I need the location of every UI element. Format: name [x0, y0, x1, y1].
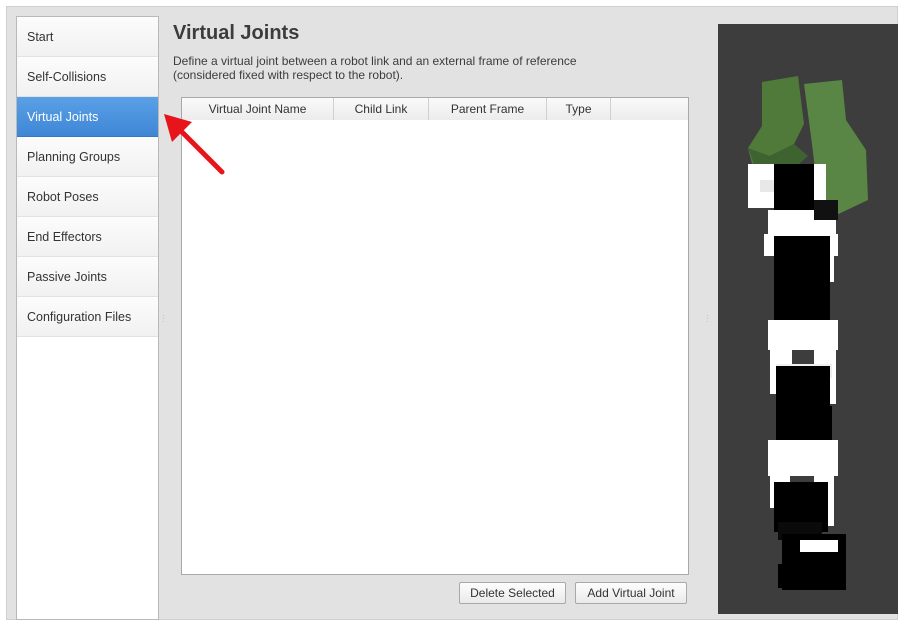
- red-arrow-icon: [164, 114, 225, 175]
- description-line: (considered fixed with respect to the ro…: [173, 68, 404, 82]
- sidebar-item-end-effectors[interactable]: End Effectors: [17, 217, 158, 257]
- description-line: Define a virtual joint between a robot l…: [173, 54, 577, 68]
- robot-3d-viewer[interactable]: [718, 24, 898, 614]
- sidebar-item-passive-joints[interactable]: Passive Joints: [17, 257, 158, 297]
- column-header-type[interactable]: Type: [547, 98, 611, 120]
- robot-model-image: [748, 76, 868, 590]
- column-header-parent-frame[interactable]: Parent Frame: [429, 98, 547, 120]
- virtual-joints-table[interactable]: Virtual Joint Name Child Link Parent Fra…: [181, 97, 689, 575]
- add-virtual-joint-button[interactable]: Add Virtual Joint: [575, 582, 687, 604]
- table-header: Virtual Joint Name Child Link Parent Fra…: [182, 98, 688, 120]
- column-header-child-link[interactable]: Child Link: [334, 98, 429, 120]
- splitter-handle-icon[interactable]: · · ·: [162, 312, 166, 326]
- sidebar-item-configuration-files[interactable]: Configuration Files: [17, 297, 158, 337]
- table-body[interactable]: [182, 120, 688, 574]
- sidebar-item-self-collisions[interactable]: Self-Collisions: [17, 57, 158, 97]
- sidebar-item-robot-poses[interactable]: Robot Poses: [17, 177, 158, 217]
- sidebar-nav: Start Self-Collisions Virtual Joints Pla…: [16, 16, 159, 620]
- sidebar-item-virtual-joints[interactable]: Virtual Joints: [17, 97, 158, 137]
- page-title: Virtual Joints: [173, 22, 300, 44]
- page-description: Define a virtual joint between a robot l…: [173, 54, 673, 82]
- sidebar-item-planning-groups[interactable]: Planning Groups: [17, 137, 158, 177]
- sidebar-item-start[interactable]: Start: [17, 17, 158, 57]
- splitter-handle-icon[interactable]: · · ·: [706, 312, 710, 326]
- delete-selected-button[interactable]: Delete Selected: [459, 582, 566, 604]
